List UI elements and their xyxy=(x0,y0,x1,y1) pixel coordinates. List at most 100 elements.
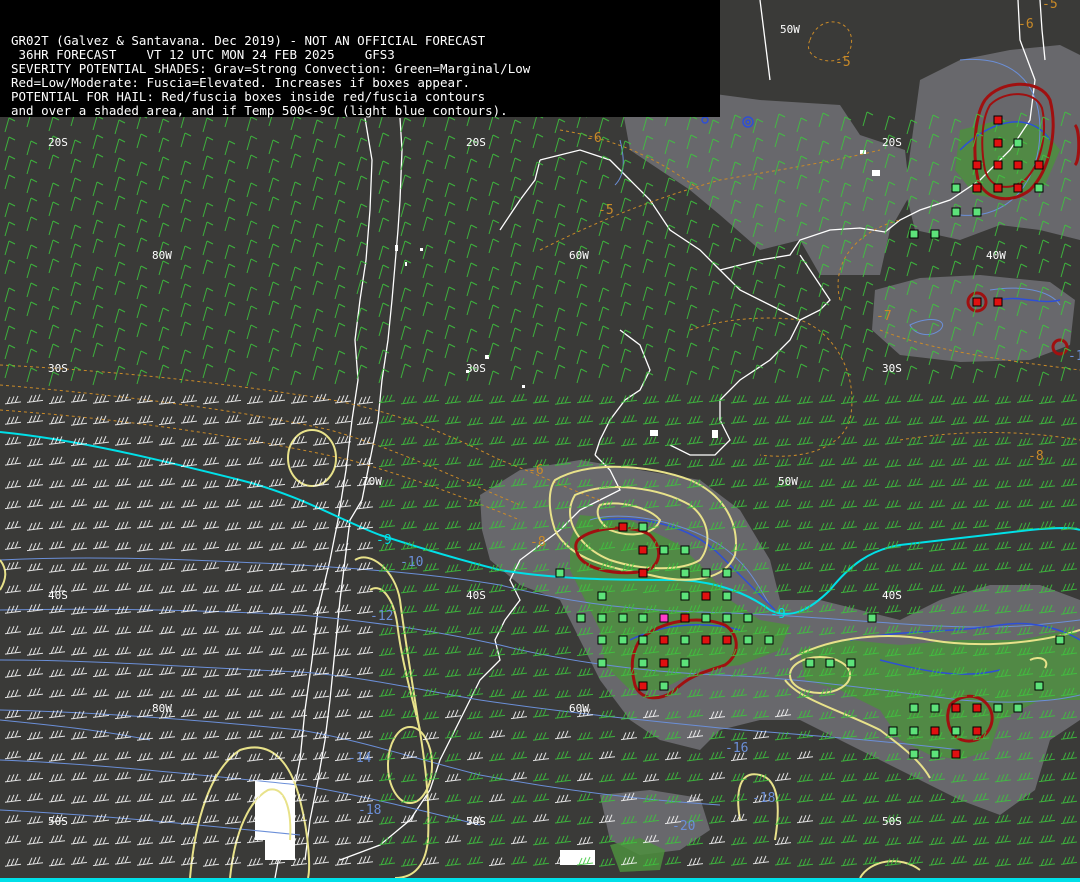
convection-box xyxy=(993,183,1003,193)
wind-barb xyxy=(752,307,764,323)
wind-barb xyxy=(378,438,396,447)
wind-barb xyxy=(290,238,302,254)
convection-box xyxy=(722,568,732,578)
wind-barb xyxy=(158,477,176,487)
wind-barb xyxy=(224,583,242,592)
wind-barb xyxy=(70,177,82,193)
wind-barb xyxy=(136,133,148,149)
wind-barb xyxy=(466,626,484,636)
wind-barb xyxy=(114,562,132,571)
bottom-border xyxy=(0,878,1080,882)
wind-barb xyxy=(268,139,280,155)
wind-barb xyxy=(4,202,16,218)
wind-barb xyxy=(312,457,330,467)
contour-label: -20 xyxy=(672,819,695,834)
convection-box xyxy=(930,749,940,759)
wind-barb xyxy=(92,813,110,823)
wind-barb xyxy=(510,138,522,154)
wind-barb xyxy=(136,624,154,634)
wind-barb xyxy=(48,753,66,762)
wind-barb xyxy=(752,855,770,865)
wind-barb xyxy=(158,585,176,594)
wind-barb xyxy=(92,395,110,404)
wind-barb xyxy=(92,752,110,762)
wind-barb xyxy=(158,561,176,571)
wind-barb xyxy=(312,195,324,211)
wind-barb xyxy=(378,627,396,636)
wind-barb xyxy=(928,458,946,468)
wind-barb xyxy=(202,625,220,635)
wind-barb xyxy=(994,541,1012,550)
convection-box xyxy=(972,726,982,736)
wind-barb xyxy=(4,520,22,530)
wind-barb xyxy=(950,835,968,844)
wind-barb xyxy=(400,416,418,425)
wind-barb xyxy=(972,438,990,447)
wind-barb xyxy=(4,117,16,133)
wind-barb xyxy=(1016,836,1034,845)
convection-box xyxy=(972,703,982,713)
wind-barb xyxy=(884,793,902,803)
wind-barb xyxy=(48,201,60,217)
wind-barb xyxy=(906,261,918,277)
wind-barb xyxy=(180,627,198,636)
wind-barb xyxy=(554,396,572,405)
wind-barb xyxy=(26,667,44,677)
convection-box xyxy=(1034,681,1044,691)
wind-barb xyxy=(356,666,374,676)
wind-barb xyxy=(950,561,968,571)
wind-barb xyxy=(92,584,110,593)
wind-barb xyxy=(180,160,192,176)
wind-barb xyxy=(114,393,132,403)
wind-barb xyxy=(840,305,852,321)
wind-barb xyxy=(576,302,588,318)
wind-barb xyxy=(26,478,44,488)
wind-barb xyxy=(4,645,22,655)
wind-barb xyxy=(422,329,434,345)
wind-barb xyxy=(532,218,544,234)
wind-barb xyxy=(312,365,324,381)
wind-barb xyxy=(598,325,610,341)
wind-barb xyxy=(466,751,484,761)
convection-box xyxy=(680,545,690,555)
wind-barb xyxy=(488,813,506,823)
wind-barb xyxy=(246,729,264,739)
wind-barb xyxy=(356,396,374,405)
wind-barb xyxy=(664,243,676,259)
wind-barb xyxy=(400,456,418,466)
wind-barb xyxy=(48,540,66,550)
wind-barb xyxy=(202,259,214,275)
wind-barb xyxy=(70,457,88,467)
convection-box xyxy=(618,635,628,645)
wind-barb xyxy=(92,604,110,614)
wind-barb xyxy=(180,499,198,508)
wind-barb xyxy=(114,730,132,740)
wind-barb xyxy=(224,394,242,403)
wind-barb xyxy=(48,793,66,803)
wind-barb xyxy=(576,349,588,365)
wind-barb xyxy=(532,435,550,445)
wind-barb xyxy=(422,815,440,825)
grid-label: 50S xyxy=(466,815,486,828)
wind-barb xyxy=(48,116,60,132)
wind-barb xyxy=(532,133,544,149)
wind-barb xyxy=(4,858,22,867)
wind-barb xyxy=(70,667,88,676)
wind-barb xyxy=(642,305,654,321)
wind-barb xyxy=(312,261,324,277)
wind-barb xyxy=(26,603,44,613)
wind-barb xyxy=(224,711,242,720)
wind-barb xyxy=(70,626,88,636)
wind-barb xyxy=(532,708,550,718)
wind-barb xyxy=(26,498,44,508)
wind-barb xyxy=(356,730,374,740)
wind-barb xyxy=(906,855,924,865)
wind-barb xyxy=(510,416,528,426)
wind-barb xyxy=(796,436,814,446)
contour-label: -9 xyxy=(376,533,392,548)
wind-barb xyxy=(466,437,484,447)
wind-barb xyxy=(70,542,88,551)
wind-barb xyxy=(774,542,792,552)
wind-barb xyxy=(246,343,258,359)
wind-barb xyxy=(950,477,968,487)
